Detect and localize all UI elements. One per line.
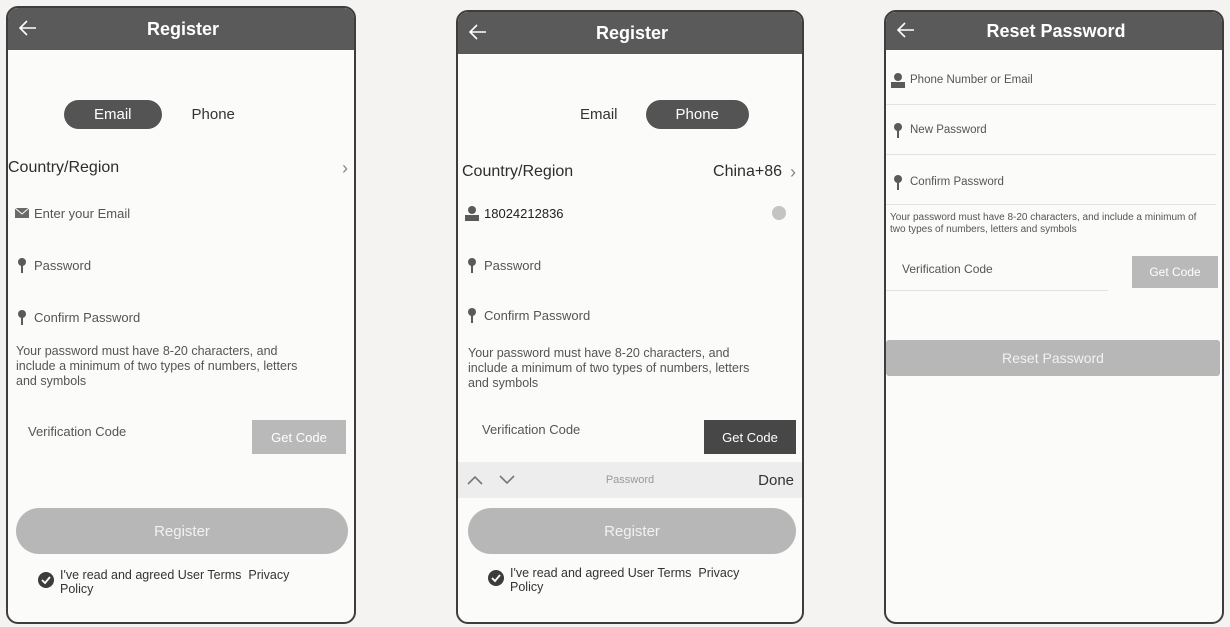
country-code-value: China+86 [713, 163, 782, 180]
tab-phone[interactable]: Phone [645, 100, 749, 129]
page-title: Register [595, 22, 669, 43]
password-field[interactable]: Password [464, 254, 802, 276]
key-icon [18, 310, 26, 325]
title-bar: Register [8, 8, 354, 50]
checked-circle-icon[interactable] [488, 570, 504, 586]
user-terms-link[interactable]: I've read and agreed User Terms [510, 566, 691, 580]
confirm-password-placeholder: Confirm Password [484, 307, 591, 323]
person-icon [465, 206, 479, 221]
new-password-placeholder: New Password [910, 124, 987, 136]
reset-password-screen: Reset Password Phone Number or Email New… [884, 10, 1224, 624]
register-phone-screen: Register Email Phone Country/Region Chin… [456, 10, 804, 624]
title-bar: Register [458, 12, 802, 54]
person-icon [891, 73, 905, 88]
back-arrow-icon[interactable] [16, 16, 40, 40]
terms-text: I've read and agreed User Terms Privacy … [510, 566, 760, 594]
checked-circle-icon[interactable] [38, 572, 54, 588]
phone-field[interactable]: 18024212836 [464, 202, 802, 224]
tab-switch: Email Phone [64, 100, 265, 129]
tab-switch: Email Phone [550, 100, 749, 129]
back-arrow-icon[interactable] [894, 18, 918, 42]
get-code-button[interactable]: Get Code [704, 420, 796, 454]
get-code-button[interactable]: Get Code [252, 420, 346, 454]
account-placeholder: Phone Number or Email [910, 74, 1033, 86]
page-title: Reset Password [986, 20, 1126, 41]
keyboard-toolbar: Password Done [458, 462, 802, 498]
account-field[interactable]: Phone Number or Email [890, 70, 1222, 90]
reset-password-button[interactable]: Reset Password [886, 340, 1220, 376]
divider [886, 204, 1216, 205]
key-icon [894, 123, 902, 138]
password-hint: Your password must have 8-20 characters,… [890, 212, 1197, 235]
email-field[interactable]: Enter your Email [14, 202, 354, 224]
back-arrow-icon[interactable] [466, 20, 490, 44]
terms-agreement[interactable]: I've read and agreed User Terms Privacy … [38, 568, 310, 596]
verification-code-input[interactable]: Verification Code [482, 422, 580, 437]
country-region-row[interactable]: Country/Region › [8, 156, 354, 180]
tab-email[interactable]: Email [550, 100, 622, 129]
register-button[interactable]: Register [16, 508, 348, 554]
country-label: Country/Region [462, 163, 574, 180]
confirm-password-placeholder: Confirm Password [34, 309, 141, 325]
key-icon [468, 258, 476, 273]
tab-phone[interactable]: Phone [186, 100, 265, 129]
country-label: Country/Region [8, 159, 120, 176]
terms-text: I've read and agreed User Terms Privacy … [60, 568, 310, 596]
terms-agreement[interactable]: I've read and agreed User Terms Privacy … [488, 566, 760, 594]
tab-email[interactable]: Email [64, 100, 162, 129]
keyboard-done-button[interactable]: Done [758, 472, 794, 489]
confirm-password-field[interactable]: Confirm Password [14, 306, 354, 328]
password-placeholder: Password [34, 257, 92, 273]
email-placeholder: Enter your Email [34, 205, 131, 221]
clear-input-icon[interactable] [772, 206, 786, 220]
password-placeholder: Password [484, 257, 542, 273]
user-terms-link[interactable]: I've read and agreed User Terms [60, 568, 241, 582]
page-title: Register [146, 18, 220, 39]
verification-code-input[interactable]: Verification Code [902, 262, 993, 276]
confirm-password-field[interactable]: Confirm Password [464, 304, 802, 326]
country-region-row[interactable]: Country/Region China+86 › [462, 160, 802, 184]
new-password-field[interactable]: New Password [890, 120, 1222, 140]
get-code-button[interactable]: Get Code [1132, 256, 1218, 288]
register-button[interactable]: Register [468, 508, 796, 554]
divider [886, 290, 1108, 291]
envelope-icon [14, 207, 30, 218]
phone-value: 18024212836 [484, 205, 564, 221]
verification-code-input[interactable]: Verification Code [28, 424, 126, 439]
password-hint: Your password must have 8-20 characters,… [468, 346, 750, 390]
chevron-right-icon: › [790, 161, 796, 182]
divider [886, 104, 1216, 105]
chevron-right-icon: › [342, 157, 348, 178]
register-email-screen: Register Email Phone Country/Region › En… [6, 6, 356, 624]
confirm-password-placeholder: Confirm Password [910, 176, 1004, 188]
key-icon [894, 175, 902, 190]
confirm-password-field[interactable]: Confirm Password [890, 172, 1222, 192]
keyboard-field-label: Password [605, 474, 655, 486]
divider [886, 154, 1216, 155]
password-field[interactable]: Password [14, 254, 354, 276]
title-bar: Reset Password [886, 12, 1222, 50]
key-icon [468, 308, 476, 323]
password-hint: Your password must have 8-20 characters,… [16, 344, 298, 388]
key-icon [18, 258, 26, 273]
